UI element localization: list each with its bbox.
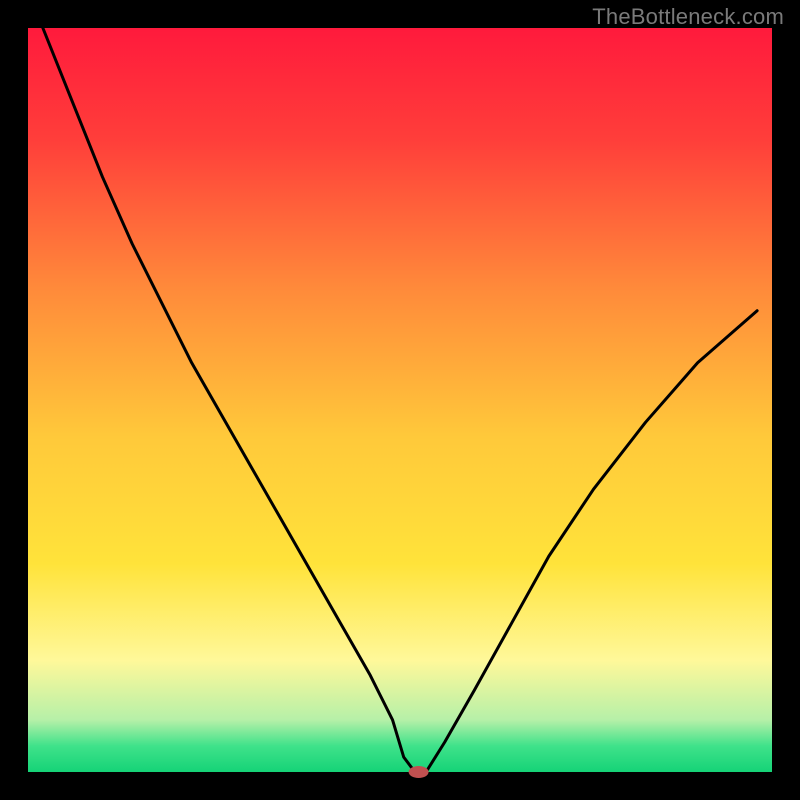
chart-frame (772, 0, 800, 800)
bottleneck-chart (0, 0, 800, 800)
chart-container: TheBottleneck.com (0, 0, 800, 800)
plot-background (28, 28, 772, 772)
watermark-text: TheBottleneck.com (592, 4, 784, 30)
chart-frame (0, 772, 800, 800)
optimal-point (409, 766, 429, 778)
chart-frame (0, 0, 28, 800)
